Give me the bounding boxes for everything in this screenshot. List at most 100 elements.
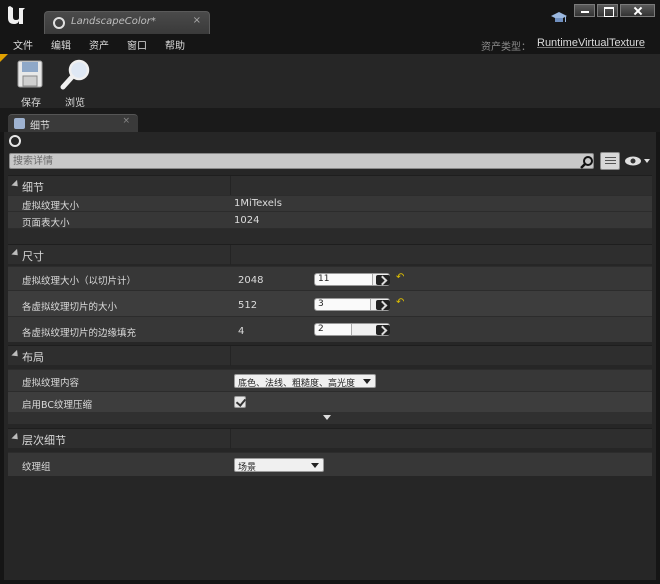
view-options-eye-icon[interactable] [624, 155, 652, 167]
stepper-drag-icon[interactable] [376, 300, 390, 310]
dropdown-value: 底色、法线、粗糙度、高光度 [238, 379, 356, 389]
document-tab-title: LandscapeColor* [71, 16, 156, 27]
property-row: 虚拟纹理大小（以切片计） 2048 11 ↶ [8, 266, 652, 290]
category-size[interactable]: 尺寸 [8, 244, 652, 265]
expand-advanced-icon [323, 415, 331, 420]
maximize-icon [598, 5, 617, 17]
chevron-down-icon [311, 463, 319, 468]
menu-edit[interactable]: 编辑 [51, 37, 71, 52]
chevron-down-icon [363, 379, 371, 384]
category-label: 层次细节 [22, 434, 66, 447]
property-name: 虚拟纹理内容 [22, 378, 80, 389]
collapse-arrow-icon [11, 248, 21, 259]
column-divider [230, 176, 231, 196]
reset-to-default-icon[interactable]: ↶ [396, 272, 404, 283]
search-box[interactable] [9, 153, 594, 169]
bc-compression-checkbox[interactable] [234, 396, 246, 408]
row-spacer [8, 228, 652, 244]
stepper-value: 3 [318, 299, 324, 309]
tile-size-stepper[interactable]: 3 [314, 298, 390, 311]
save-button[interactable]: 保存 [13, 58, 49, 109]
panel-tab-strip: 细节 × [0, 108, 660, 132]
property-row: 虚拟纹理内容 底色、法线、粗糙度、高光度 [8, 369, 652, 391]
reset-to-default-icon[interactable]: ↶ [396, 297, 404, 308]
property-row: 各虚拟纹理切片的大小 512 3 ↶ [8, 290, 652, 316]
property-name: 虚拟纹理大小 [22, 201, 80, 212]
texture-group-dropdown[interactable]: 场景 [234, 458, 324, 473]
toolbar-corner-marker [0, 54, 8, 62]
details-tab-label: 细节 [30, 121, 50, 132]
close-details-tab-icon[interactable]: × [122, 116, 130, 126]
property-name: 虚拟纹理大小（以切片计） [22, 276, 137, 287]
dropdown-value: 场景 [238, 463, 257, 473]
property-matrix-button[interactable] [600, 152, 620, 170]
property-value: 1024 [234, 215, 260, 226]
property-name: 各虚拟纹理切片的大小 [22, 302, 118, 313]
menu-window[interactable]: 窗口 [127, 37, 147, 52]
property-value: 1MiTexels [234, 198, 282, 209]
property-row: 启用BC纹理压缩 [8, 391, 652, 412]
stepper-drag-icon[interactable] [376, 325, 390, 335]
minimize-button[interactable] [574, 4, 595, 17]
property-value: 4 [238, 326, 245, 337]
minimize-icon [575, 5, 594, 16]
menu-help[interactable]: 帮助 [165, 37, 185, 52]
details-icon [14, 118, 25, 129]
category-lod[interactable]: 层次细节 [8, 428, 652, 449]
grid-icon [605, 157, 616, 166]
asset-thumbnail-icon [9, 135, 21, 147]
graduation-cap-icon[interactable] [551, 11, 567, 25]
property-row: 纹理组 场景 [8, 452, 652, 476]
column-divider [230, 346, 231, 366]
menu-asset[interactable]: 资产 [89, 37, 109, 52]
menu-bar: 文件 编辑 资产 窗口 帮助 资产类型： RuntimeVirtualTextu… [0, 36, 660, 53]
details-panel: 细节 虚拟纹理大小 1MiTexels 页面表大小 1024 尺寸 虚拟纹理大小… [4, 132, 656, 580]
close-tab-icon[interactable]: × [193, 15, 201, 26]
column-divider [230, 245, 231, 265]
search-input[interactable] [13, 154, 573, 168]
property-name: 纹理组 [22, 462, 51, 473]
save-label: 保存 [21, 98, 41, 109]
search-icon[interactable] [580, 155, 594, 169]
stepper-value: 2 [318, 324, 324, 334]
category-label: 尺寸 [22, 250, 44, 263]
virtual-texture-asset-icon [53, 17, 65, 29]
property-value: 2048 [238, 275, 264, 286]
category-layout[interactable]: 布局 [8, 345, 652, 366]
category-details[interactable]: 细节 [8, 175, 652, 196]
save-icon [17, 60, 43, 88]
document-tab[interactable]: LandscapeColor* × [44, 11, 210, 34]
tile-border-stepper[interactable]: 2 [314, 323, 390, 336]
magnifier-browse-icon [60, 59, 90, 90]
toolbar: 保存 浏览 [0, 54, 660, 109]
unreal-logo-icon[interactable] [4, 4, 28, 28]
tab-details[interactable]: 细节 × [8, 114, 138, 132]
property-row: 各虚拟纹理切片的边缘填充 4 2 [8, 316, 652, 342]
property-row: 虚拟纹理大小 1MiTexels [8, 195, 652, 212]
maximize-button[interactable] [597, 4, 618, 17]
collapse-arrow-icon [11, 179, 21, 190]
property-row: 页面表大小 1024 [8, 211, 652, 229]
property-name: 启用BC纹理压缩 [22, 400, 92, 411]
menu-file[interactable]: 文件 [13, 37, 33, 52]
browse-button[interactable]: 浏览 [57, 58, 93, 109]
property-name: 各虚拟纹理切片的边缘填充 [22, 328, 137, 339]
asset-type-link[interactable]: RuntimeVirtualTexture [537, 37, 645, 49]
stepper-drag-icon[interactable] [376, 275, 390, 285]
collapse-arrow-icon [11, 349, 21, 360]
column-divider [230, 429, 231, 449]
property-name: 页面表大小 [22, 218, 70, 229]
virtual-texture-content-dropdown[interactable]: 底色、法线、粗糙度、高光度 [234, 374, 376, 389]
category-label: 布局 [22, 351, 44, 364]
property-value: 512 [238, 300, 258, 311]
browse-label: 浏览 [65, 98, 85, 109]
title-bar: LandscapeColor* × [0, 0, 660, 34]
stepper-value: 11 [318, 274, 330, 284]
collapse-arrow-icon [11, 432, 21, 443]
close-window-button[interactable] [620, 4, 655, 17]
category-label: 细节 [22, 181, 44, 194]
tiles-count-stepper[interactable]: 11 [314, 273, 390, 286]
advanced-expander[interactable] [8, 412, 652, 424]
close-icon [621, 5, 654, 16]
asset-type-label: 资产类型： [481, 42, 531, 53]
